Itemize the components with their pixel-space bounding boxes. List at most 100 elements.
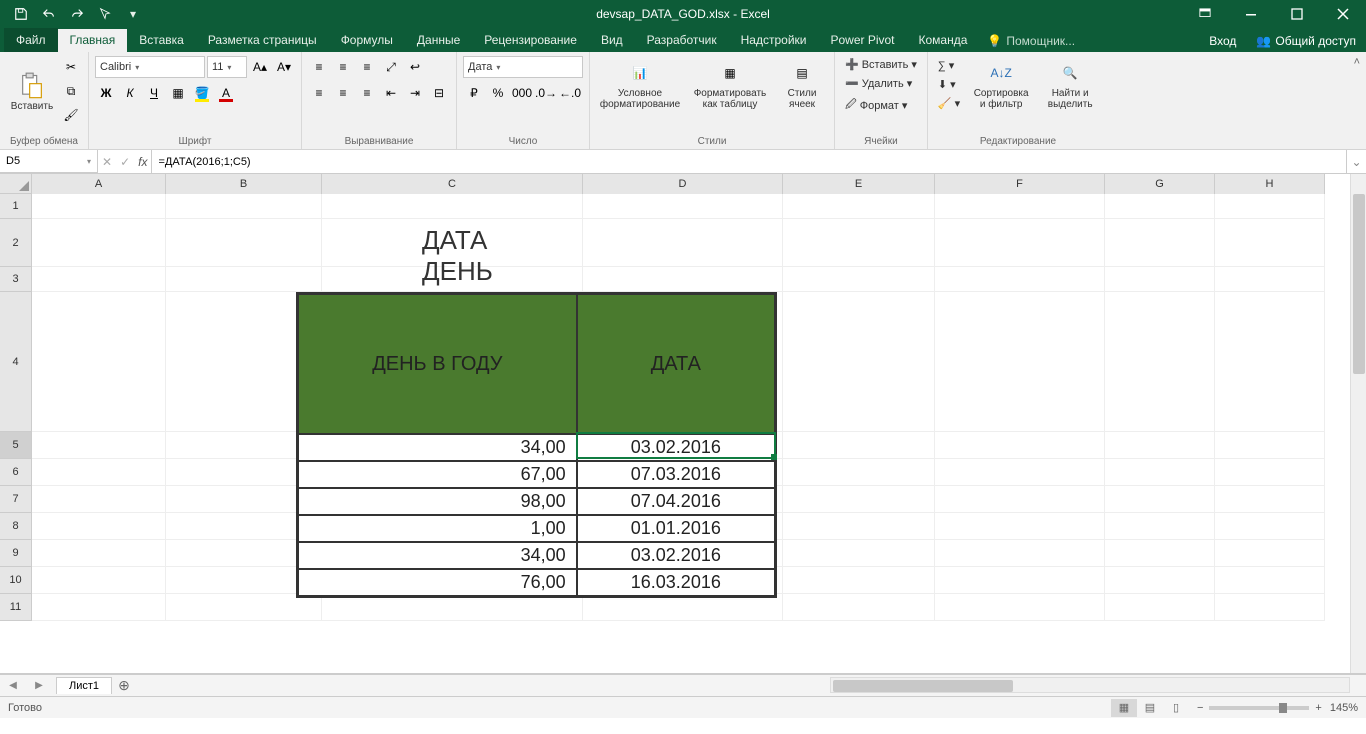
column-header[interactable]: C [322, 174, 583, 194]
view-page-layout-icon[interactable]: ▤ [1137, 699, 1163, 717]
tab-page-layout[interactable]: Разметка страницы [196, 29, 329, 52]
redo-icon[interactable] [64, 2, 90, 26]
comma-icon[interactable]: 000 [511, 82, 533, 104]
align-bottom-icon[interactable]: ≡ [356, 56, 378, 78]
ribbon-options-icon[interactable] [1182, 0, 1228, 28]
fill-icon[interactable]: ⬇ ▾ [934, 76, 964, 93]
increase-font-icon[interactable]: A▴ [249, 56, 271, 78]
undo-icon[interactable] [36, 2, 62, 26]
bold-button[interactable]: Ж [95, 82, 117, 104]
tab-team[interactable]: Команда [907, 29, 980, 52]
select-all-corner[interactable] [0, 174, 32, 194]
italic-button[interactable]: К [119, 82, 141, 104]
tab-powerpivot[interactable]: Power Pivot [818, 29, 906, 52]
zoom-out-icon[interactable]: − [1197, 702, 1203, 714]
zoom-level[interactable]: 145% [1330, 702, 1358, 714]
accept-formula-icon[interactable]: ✓ [120, 155, 130, 169]
column-header[interactable]: G [1105, 174, 1215, 194]
close-button[interactable] [1320, 0, 1366, 28]
tab-formulas[interactable]: Формулы [329, 29, 405, 52]
column-header[interactable]: F [935, 174, 1105, 194]
number-format-combo[interactable]: Дата▾ [463, 56, 583, 78]
fill-color-icon[interactable]: 🪣 [191, 82, 213, 104]
column-header[interactable]: E [783, 174, 935, 194]
tell-me[interactable]: 💡Помощник... [979, 30, 1083, 52]
format-as-table-button[interactable]: ▦Форматировать как таблицу [686, 56, 774, 112]
qat-customize-icon[interactable]: ▾ [120, 2, 146, 26]
row-header[interactable]: 5 [0, 432, 32, 459]
fx-icon[interactable]: fx [138, 155, 147, 169]
underline-button[interactable]: Ч [143, 82, 165, 104]
font-size-combo[interactable]: 11▾ [207, 56, 247, 78]
cut-icon[interactable]: ✂ [60, 56, 82, 78]
formula-input[interactable] [152, 150, 1346, 173]
decrease-font-icon[interactable]: A▾ [273, 56, 295, 78]
conditional-format-button[interactable]: 📊Условное форматирование [596, 56, 684, 112]
tab-file[interactable]: Файл [4, 28, 58, 52]
find-select-button[interactable]: 🔍Найти и выделить [1038, 56, 1102, 112]
collapse-ribbon-icon[interactable]: ˄ [1354, 56, 1360, 68]
tab-addins[interactable]: Надстройки [729, 29, 819, 52]
dec-decimal-icon[interactable]: ←.0 [559, 82, 581, 104]
row-header[interactable]: 4 [0, 292, 32, 432]
sort-filter-button[interactable]: A↓ZСортировка и фильтр [966, 56, 1036, 112]
tab-nav-next-icon[interactable]: ▶ [26, 676, 52, 696]
align-middle-icon[interactable]: ≡ [332, 56, 354, 78]
font-color-icon[interactable]: A [215, 82, 237, 104]
merge-icon[interactable]: ⊟ [428, 82, 450, 104]
row-header[interactable]: 8 [0, 513, 32, 540]
tab-developer[interactable]: Разработчик [635, 29, 729, 52]
view-normal-icon[interactable]: ▦ [1111, 699, 1137, 717]
add-sheet-icon[interactable]: ⊕ [112, 677, 136, 694]
column-header[interactable]: D [583, 174, 783, 194]
row-header[interactable]: 11 [0, 594, 32, 621]
row-header[interactable]: 9 [0, 540, 32, 567]
delete-cells-button[interactable]: ➖ Удалить ▾ [841, 75, 921, 92]
cancel-formula-icon[interactable]: ✕ [102, 155, 112, 169]
tab-insert[interactable]: Вставка [127, 29, 196, 52]
copy-icon[interactable]: ⧉ [60, 80, 82, 102]
row-header[interactable]: 2 [0, 219, 32, 267]
expand-formula-icon[interactable]: ⌄ [1346, 150, 1366, 173]
row-header[interactable]: 3 [0, 267, 32, 292]
tab-data[interactable]: Данные [405, 29, 472, 52]
vertical-scrollbar[interactable] [1350, 174, 1366, 673]
row-header[interactable]: 10 [0, 567, 32, 594]
border-icon[interactable]: ▦ [167, 82, 189, 104]
wrap-text-icon[interactable]: ↩ [404, 56, 426, 78]
autosum-icon[interactable]: ∑ ▾ [934, 57, 964, 74]
currency-icon[interactable]: ₽ [463, 82, 485, 104]
indent-inc-icon[interactable]: ⇥ [404, 82, 426, 104]
sheet-tab[interactable]: Лист1 [56, 677, 112, 694]
indent-dec-icon[interactable]: ⇤ [380, 82, 402, 104]
tab-nav-prev-icon[interactable]: ◀ [0, 676, 26, 696]
orientation-icon[interactable]: ⤢ [380, 56, 402, 78]
column-header[interactable]: H [1215, 174, 1325, 194]
insert-cells-button[interactable]: ➕ Вставить ▾ [841, 56, 921, 73]
mouse-icon[interactable] [92, 2, 118, 26]
spreadsheet-grid[interactable]: ABCDEFGH 1234567891011 ДАТА ДЕНЬ В ГОДУД… [0, 174, 1366, 674]
percent-icon[interactable]: % [487, 82, 509, 104]
zoom-in-icon[interactable]: + [1315, 702, 1321, 714]
row-header[interactable]: 7 [0, 486, 32, 513]
column-header[interactable]: B [166, 174, 322, 194]
row-header[interactable]: 1 [0, 194, 32, 219]
signin-button[interactable]: Вход [1199, 30, 1246, 52]
clear-icon[interactable]: 🧹 ▾ [934, 95, 964, 112]
font-name-combo[interactable]: Calibri▾ [95, 56, 205, 78]
share-button[interactable]: 👥Общий доступ [1246, 30, 1366, 52]
zoom-slider[interactable] [1209, 706, 1309, 710]
format-cells-button[interactable]: 🖉 Формат ▾ [841, 94, 921, 117]
name-box[interactable]: D5▾ [0, 150, 98, 173]
align-center-icon[interactable]: ≡ [332, 82, 354, 104]
maximize-button[interactable] [1274, 0, 1320, 28]
row-header[interactable]: 6 [0, 459, 32, 486]
horizontal-scrollbar[interactable] [830, 677, 1350, 693]
save-icon[interactable] [8, 2, 34, 26]
format-painter-icon[interactable]: 🖌 [60, 104, 82, 126]
align-right-icon[interactable]: ≡ [356, 82, 378, 104]
column-header[interactable]: A [32, 174, 166, 194]
align-left-icon[interactable]: ≡ [308, 82, 330, 104]
tab-review[interactable]: Рецензирование [472, 29, 589, 52]
paste-button[interactable]: Вставить [6, 69, 58, 114]
